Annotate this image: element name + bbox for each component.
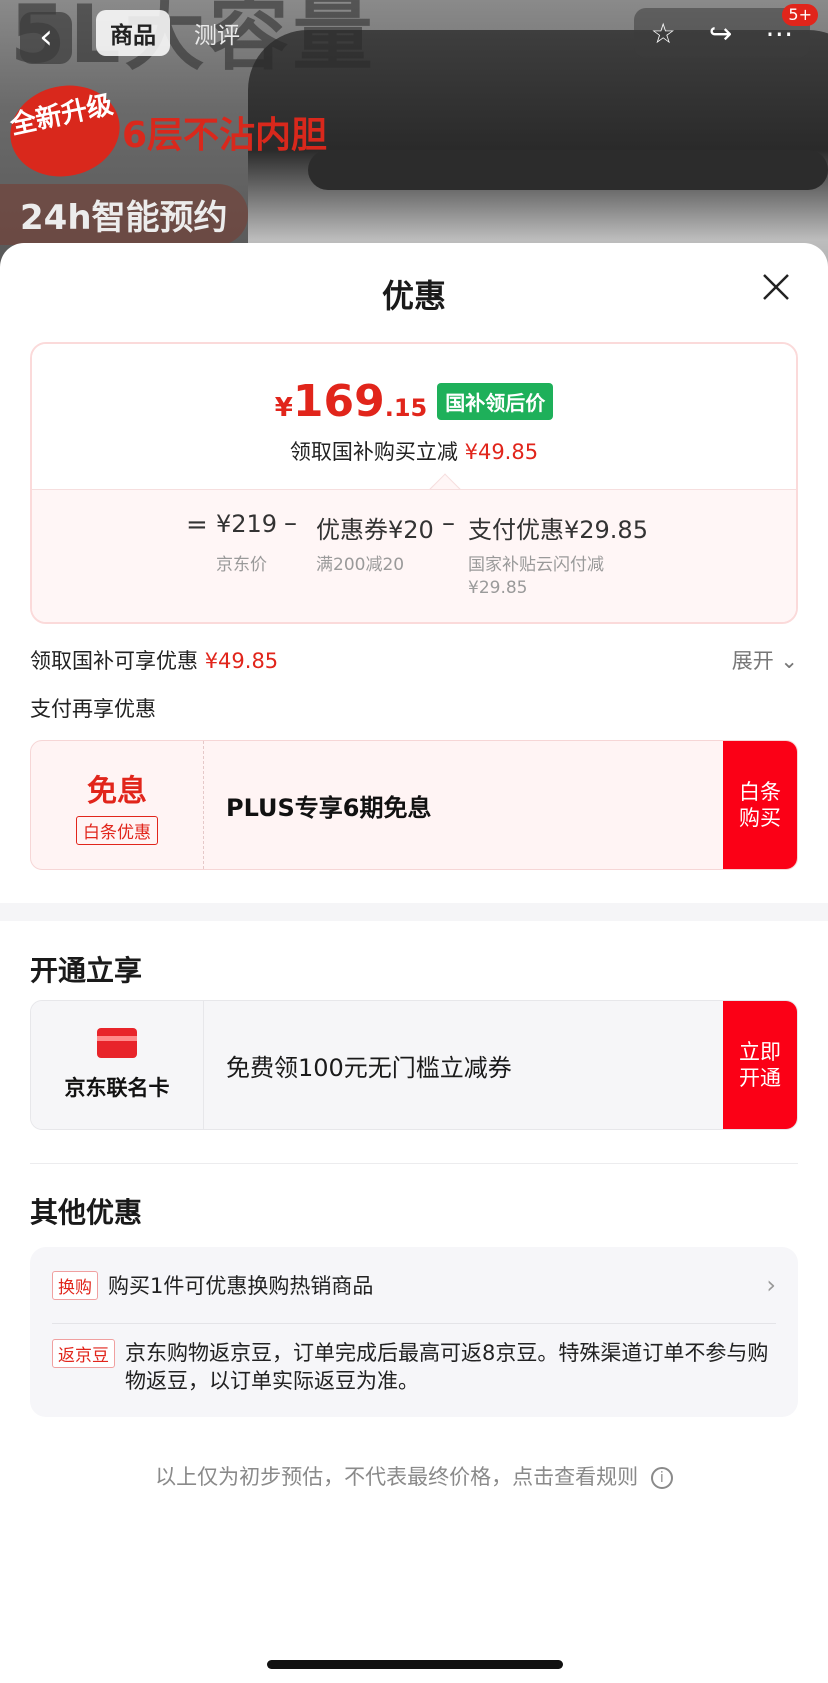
section-divider — [0, 903, 828, 921]
price-subtitle-amount: ¥49.85 — [464, 440, 539, 464]
home-indicator — [267, 1660, 563, 1669]
open-now-line-1: 立即 — [739, 1040, 781, 1064]
star-icon[interactable]: ☆ — [651, 17, 676, 50]
coupon-note: 满200减20 — [316, 555, 405, 575]
coupon-left: 免息 白条优惠 — [31, 741, 204, 869]
jd-price-note: 京东价 — [216, 555, 267, 575]
baitiao-buy-button[interactable]: 白条 购买 — [723, 741, 797, 869]
baitiao-buy-line-1: 白条 — [739, 780, 781, 804]
price-card: ¥ 169 .15 国补领后价 领取国补购买立减 ¥49.85 = ¥219 –… — [30, 342, 798, 624]
info-icon: i — [650, 1467, 673, 1489]
credit-card-icon — [97, 1028, 137, 1058]
back-icon: ‹ — [39, 17, 53, 57]
jd-bean-text: 京东购物返京豆，订单完成后最高可返8京豆。特殊渠道订单不参与购物返豆，以订单实际… — [125, 1341, 769, 1393]
price-subtitle-text: 领取国补购买立减 — [289, 440, 458, 464]
pay-note-line-2: ¥29.85 — [468, 578, 528, 598]
baitiao-tag: 白条优惠 — [76, 815, 158, 845]
coupon-description: PLUS专享6期免息 — [226, 793, 432, 822]
minus-sign: – — [442, 508, 455, 538]
price-breakdown: = ¥219 – 优惠券¥20 – 支付优惠¥29.85 京东价 满200减20… — [32, 489, 796, 622]
gov-subsidy-tag: 国补领后价 — [437, 383, 554, 420]
jd-bean-tag: 返京豆 — [52, 1339, 115, 1368]
price-integer: 169 — [292, 376, 385, 427]
pay-note: 国家补贴云闪付减 ¥29.85 — [468, 554, 604, 600]
chevron-right-icon: › — [766, 1271, 776, 1299]
chevron-down-icon: ⌄ — [780, 649, 798, 673]
price-currency: ¥ — [274, 393, 293, 423]
coupon-left: 京东联名卡 — [31, 1001, 204, 1129]
divider — [30, 1163, 798, 1164]
top-nav: ‹ 商品 测评 ☆ ↪ ⋯ 5+ — [0, 0, 828, 70]
trade-in-tag: 换购 — [52, 1270, 98, 1300]
cobrand-card-name: 京东联名卡 — [64, 1076, 170, 1100]
other-section-title: 其他优惠 — [30, 1196, 143, 1229]
price-disclaimer[interactable]: 以上仅为初步预估，不代表最终价格，点击查看规则 i — [0, 1461, 828, 1491]
jd-price: ¥219 — [216, 510, 278, 538]
pay-discount-amount: 支付优惠¥29.85 — [468, 516, 648, 544]
coupon-description: 免费领100元无门槛立减券 — [226, 1053, 512, 1082]
price-summary: ¥ 169 .15 国补领后价 领取国补购买立减 ¥49.85 — [32, 344, 796, 489]
nav-tabs: 商品 测评 — [96, 10, 254, 56]
baitiao-buy-line-2: 购买 — [739, 806, 781, 830]
pay-section-title: 支付再享优惠 — [30, 697, 156, 721]
divider — [52, 1323, 776, 1324]
sheet-title: 优惠 — [381, 277, 446, 315]
expand-label: 展开 — [731, 649, 774, 673]
back-button[interactable]: ‹ — [20, 12, 72, 64]
open-section-title: 开通立享 — [30, 954, 143, 987]
disclaimer-text: 以上仅为初步预估，不代表最终价格，点击查看规则 — [155, 1465, 639, 1489]
price-subtitle: 领取国补购买立减 ¥49.85 — [32, 436, 796, 466]
open-now-button[interactable]: 立即 开通 — [723, 1001, 797, 1129]
other-offers-box: 换购 购买1件可优惠换购热销商品 › 返京豆 京东购物返京豆，订单完成后最高可返… — [30, 1247, 798, 1417]
expand-button[interactable]: 展开 ⌄ — [732, 645, 798, 675]
notification-badge: 5+ — [782, 4, 818, 26]
trade-in-text: 购买1件可优惠换购热销商品 — [108, 1274, 374, 1298]
discount-sheet: 优惠 ¥ 169 .15 国补领后价 领取国补购买立减 ¥49.85 = ¥21… — [0, 243, 828, 1683]
banner-slogan-1: 6层不沾内胆 — [122, 115, 328, 156]
cobrand-card-coupon: 京东联名卡 免费领100元无门槛立减券 立即 开通 — [30, 1000, 798, 1130]
equals-sign: = — [186, 510, 208, 540]
open-now-line-2: 开通 — [739, 1066, 781, 1090]
gov-subsidy-amount: ¥49.85 — [204, 649, 279, 673]
price-decimal: .15 — [384, 394, 428, 422]
pay-note-line-1: 国家补贴云闪付减 — [468, 555, 604, 575]
jd-bean-row: 返京豆 京东购物返京豆，订单完成后最高可返8京豆。特殊渠道订单不参与购物返豆，以… — [52, 1339, 776, 1395]
new-upgrade-badge: 全新升级 — [1, 75, 129, 187]
minus-sign: – — [284, 508, 297, 538]
tab-review[interactable]: 测评 — [180, 10, 254, 56]
trade-in-row[interactable]: 换购 购买1件可优惠换购热销商品 › — [52, 1265, 776, 1305]
close-icon[interactable] — [760, 271, 792, 303]
gov-subsidy-text: 领取国补可享优惠 — [30, 649, 198, 673]
coupon-amount: 优惠券¥20 — [316, 516, 434, 544]
interest-free-label: 免息 — [87, 773, 147, 809]
share-icon[interactable]: ↪ — [709, 17, 732, 50]
banner-slogan-2: 24h智能预约 — [0, 184, 248, 245]
gov-subsidy-line: 领取国补可享优惠 ¥49.85 — [30, 645, 278, 675]
installment-coupon: 免息 白条优惠 PLUS专享6期免息 白条 购买 — [30, 740, 798, 870]
tab-product[interactable]: 商品 — [96, 10, 170, 56]
